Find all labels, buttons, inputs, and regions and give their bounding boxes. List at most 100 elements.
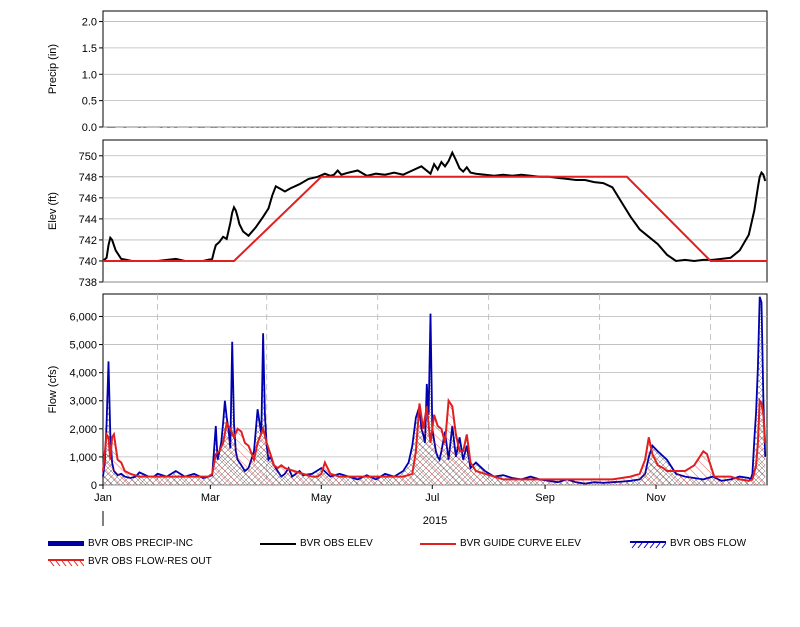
- precip-y-tick-label: 1.5: [82, 43, 97, 55]
- precip-bar: [401, 127, 405, 128]
- precip-bar: [265, 127, 269, 128]
- precip-bar: [365, 127, 369, 128]
- legend-swatch: [48, 541, 84, 546]
- legend-label: BVR OBS PRECIP-INC: [88, 538, 194, 549]
- precip-bar: [261, 127, 265, 128]
- precip-bar: [570, 127, 574, 128]
- chart-legend: BVR OBS PRECIP-INC BVR OBS ELEV BVR GUIDE …: [0, 535, 800, 575]
- precip-bar: [465, 127, 469, 128]
- precip-bar: [592, 127, 596, 128]
- precip-bar: [281, 127, 285, 128]
- flow-y-axis-label: Flow (cfs): [47, 366, 59, 414]
- precip-bar: [634, 127, 638, 128]
- x-tick-label-jul: Jul: [425, 492, 439, 504]
- precip-bar: [410, 127, 414, 128]
- precip-bar: [508, 127, 512, 128]
- precip-bar: [232, 127, 236, 128]
- precip-bar: [294, 127, 298, 128]
- legend-label: BVR OBS FLOW: [670, 538, 747, 549]
- precip-bar: [549, 127, 553, 128]
- legend-swatch: [630, 541, 666, 549]
- precip-bar: [350, 127, 354, 128]
- precip-bar: [197, 127, 201, 128]
- precip-bar: [388, 127, 392, 128]
- precip-bar: [614, 127, 618, 128]
- precip-bar: [621, 127, 625, 128]
- precip-bar: [585, 127, 589, 128]
- elev-y-tick-label: 750: [79, 151, 97, 163]
- precip-bar: [319, 127, 323, 128]
- x-tick-label-may: May: [311, 492, 332, 504]
- precip-bar: [470, 127, 474, 128]
- legend-swatch: [260, 543, 296, 545]
- precip-bar: [661, 127, 665, 128]
- x-tick-label-sep: Sep: [535, 492, 555, 504]
- precip-bar: [201, 127, 205, 128]
- precip-bar: [432, 127, 436, 128]
- precip-bar: [396, 127, 400, 128]
- precip-y-tick-label: 1.0: [82, 69, 97, 81]
- precip-bar: [683, 127, 687, 128]
- precip-bar: [392, 127, 396, 128]
- precip-bar: [123, 127, 127, 128]
- precip-bar: [159, 127, 163, 128]
- precip-bar: [607, 127, 611, 128]
- precip-bar: [454, 127, 458, 128]
- precip-bar: [516, 127, 520, 128]
- precip-bar: [323, 127, 327, 128]
- elev-y-tick-label: 748: [79, 172, 97, 184]
- precip-bar: [752, 127, 756, 128]
- precip-bar: [490, 127, 494, 128]
- precip-bar: [690, 127, 694, 128]
- precip-bar: [541, 127, 545, 128]
- precip-bar: [705, 127, 709, 128]
- precip-bar: [166, 127, 170, 128]
- precip-bar: [496, 127, 500, 128]
- precip-bar: [421, 127, 425, 128]
- precip-bar: [443, 127, 447, 128]
- precip-bar: [474, 127, 478, 128]
- x-axis-year-label: 2015: [423, 515, 447, 527]
- flow-y-tick-label: 1,000: [69, 452, 97, 464]
- precip-bar: [479, 127, 483, 128]
- legend-swatch: [420, 543, 456, 545]
- precip-bar: [301, 127, 305, 128]
- precip-bar: [629, 127, 633, 128]
- precip-bar: [237, 127, 241, 128]
- precip-bar: [734, 127, 738, 128]
- legend-label: BVR GUIDE CURVE ELEV: [460, 538, 581, 549]
- precip-bar: [137, 127, 141, 128]
- precip-bar: [523, 127, 527, 128]
- precip-y-tick-label: 0.0: [82, 122, 97, 134]
- elev-y-tick-label: 740: [79, 256, 97, 268]
- precip-bar: [343, 127, 347, 128]
- precip-bar: [647, 127, 651, 128]
- precip-bar: [654, 127, 658, 128]
- precip-bar: [337, 127, 341, 128]
- precip-bar: [270, 127, 274, 128]
- elev-y-tick-label: 742: [79, 235, 97, 247]
- precip-bar: [448, 127, 452, 128]
- x-tick-label-nov: Nov: [646, 492, 666, 504]
- x-tick-label-jan: Jan: [94, 492, 112, 504]
- precip-bar: [214, 127, 218, 128]
- precip-bar: [712, 127, 716, 128]
- precip-bar: [143, 127, 147, 128]
- elev-y-axis-label: Elev (ft): [47, 192, 59, 230]
- precip-bar: [287, 127, 291, 128]
- precip-bar: [747, 127, 751, 128]
- precip-bar: [307, 127, 311, 128]
- precip-bar: [501, 127, 505, 128]
- precip-bar: [676, 127, 680, 128]
- precip-bar: [741, 127, 745, 128]
- flow-y-tick-label: 0: [91, 480, 97, 492]
- precip-bar: [188, 127, 192, 128]
- precip-bar: [210, 127, 214, 128]
- flow-y-tick-label: 6,000: [69, 311, 97, 323]
- precip-y-tick-label: 2.0: [82, 17, 97, 29]
- legend-swatch: [48, 559, 84, 567]
- precip-bar: [578, 127, 582, 128]
- precip-bar: [276, 127, 280, 128]
- precip-bar: [438, 127, 442, 128]
- legend-label: BVR OBS ELEV: [300, 538, 373, 549]
